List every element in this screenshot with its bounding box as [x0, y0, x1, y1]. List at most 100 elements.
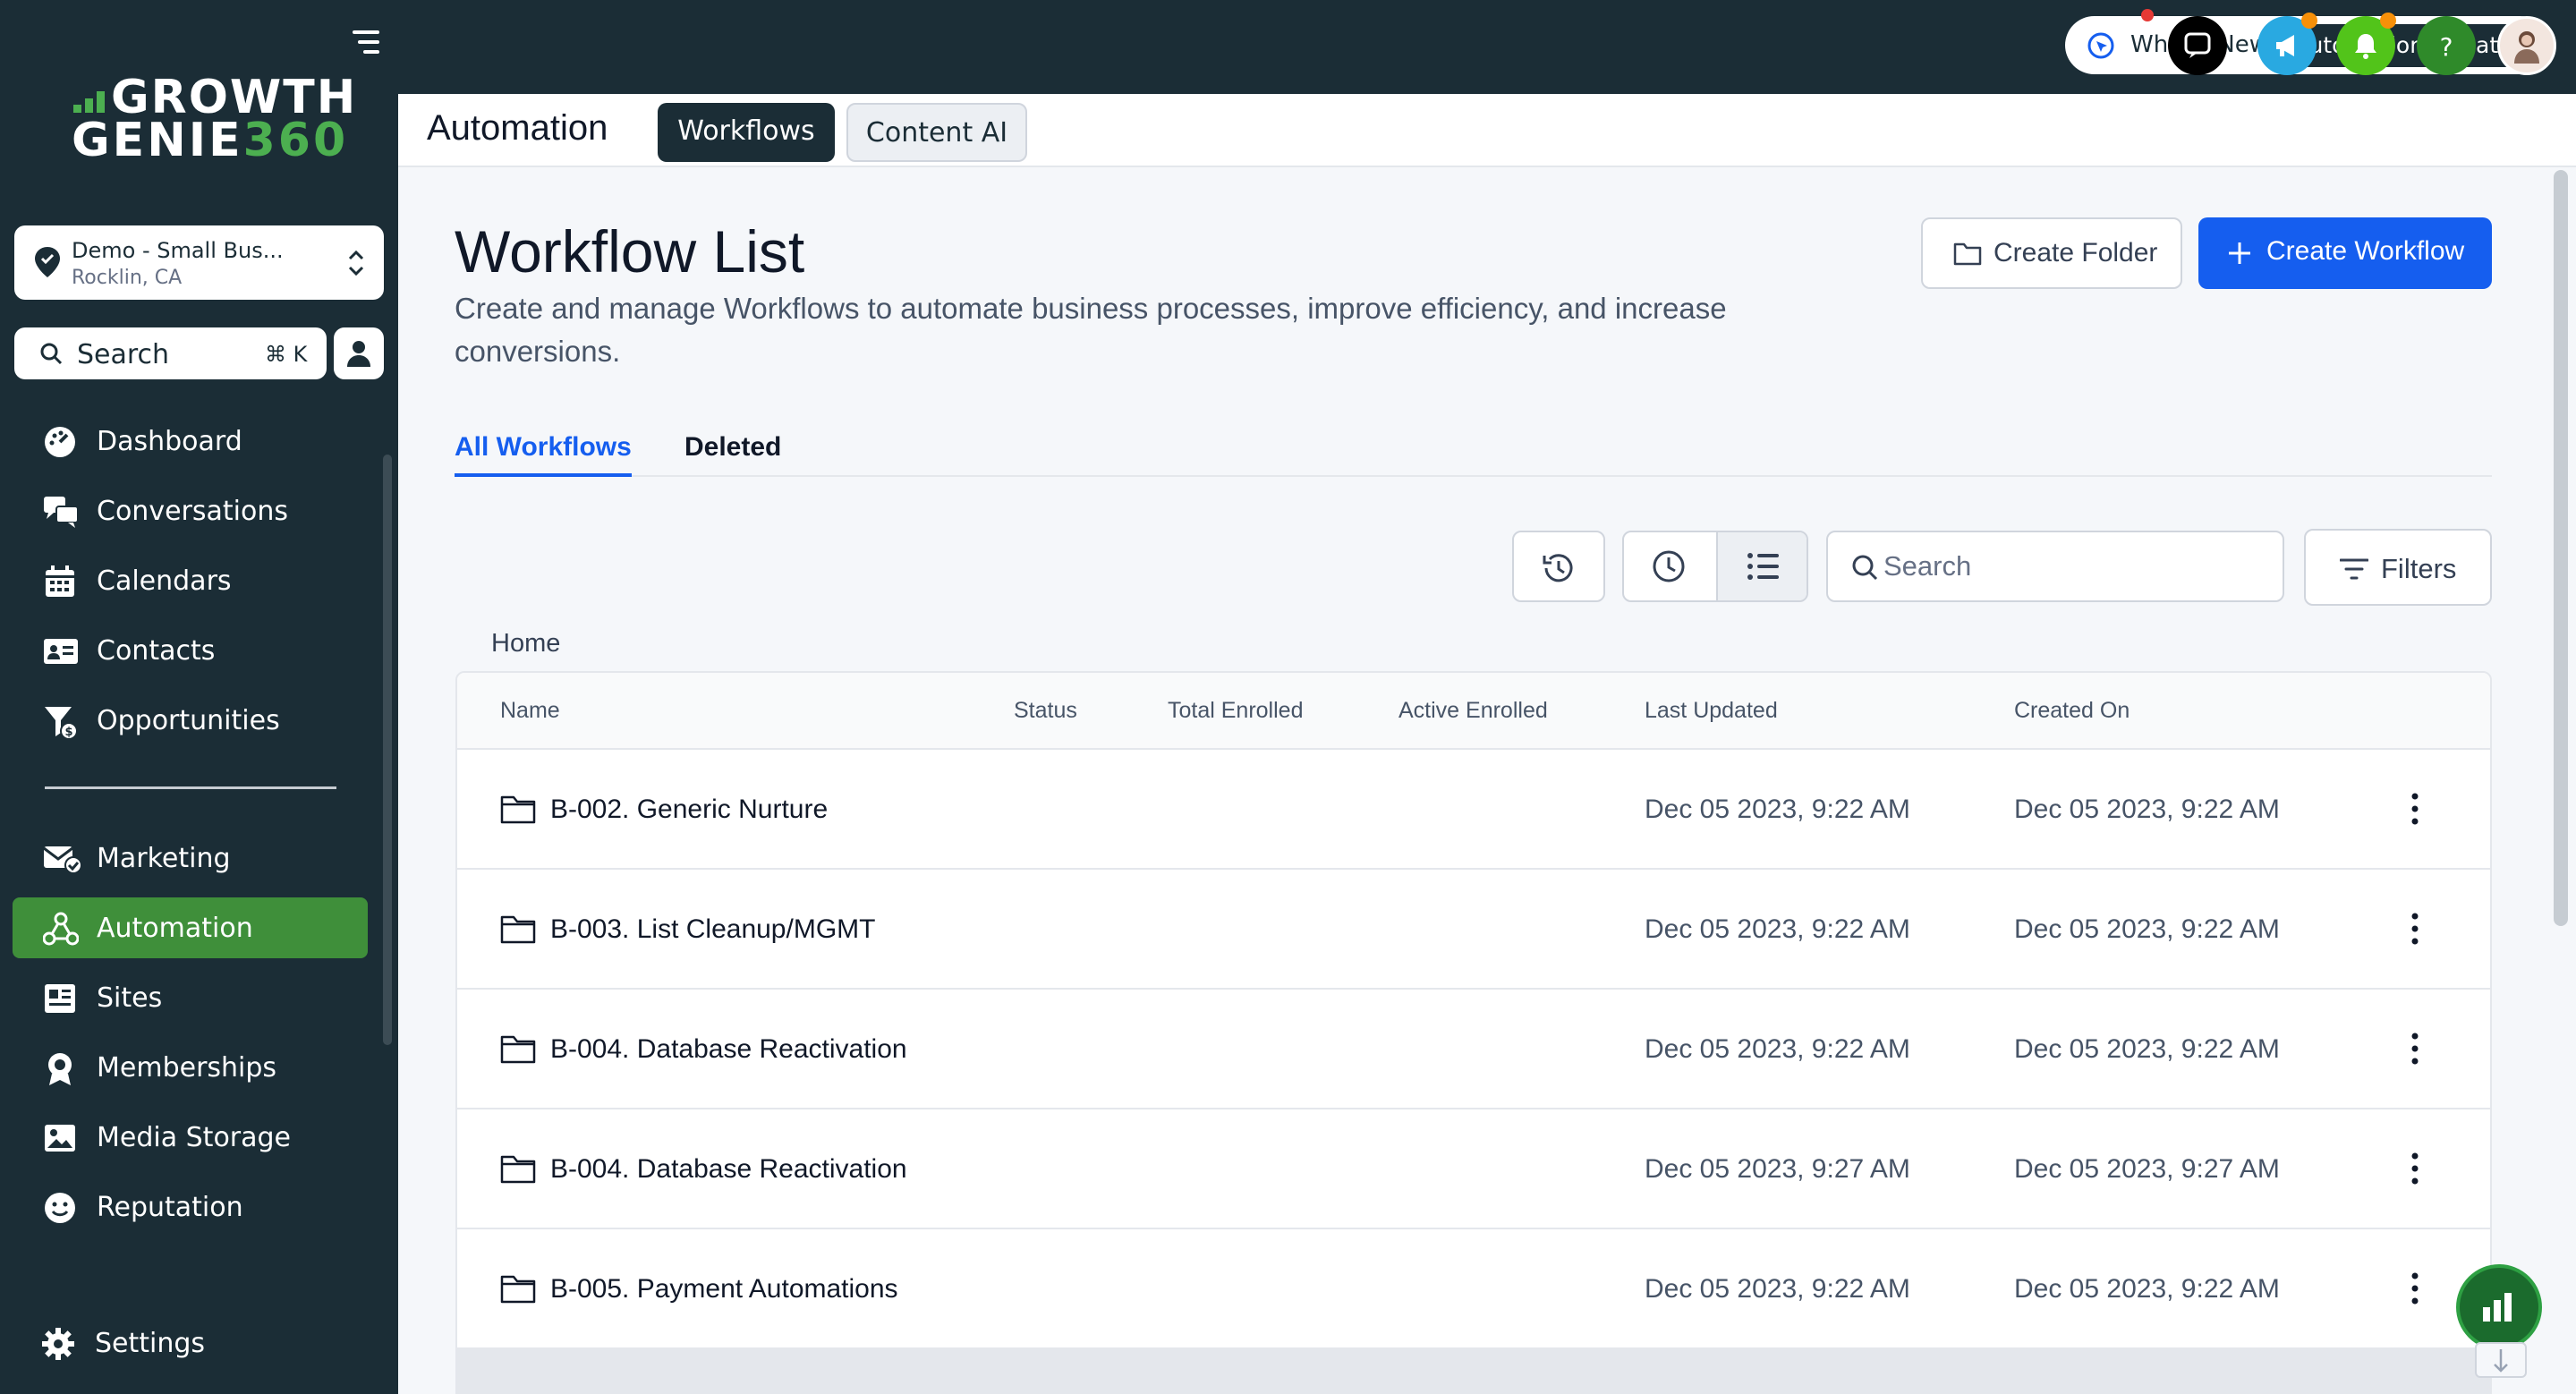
- page-title: Workflow List: [455, 218, 805, 285]
- sidebar-item-label: Media Storage: [97, 1122, 292, 1153]
- announcement-dot: [2301, 13, 2317, 29]
- sidebar-item-conversations[interactable]: Conversations: [13, 480, 368, 541]
- sidebar-scrollbar[interactable]: [383, 455, 392, 1045]
- sidebar-item-memberships[interactable]: Memberships: [13, 1037, 368, 1098]
- dashboard-icon: [43, 425, 77, 459]
- tab-content-ai[interactable]: Content AI: [846, 103, 1027, 162]
- column-header-name[interactable]: Name: [500, 698, 560, 724]
- sidebar-item-calendars[interactable]: Calendars: [13, 550, 368, 611]
- growth-genie-widget-button[interactable]: [2456, 1264, 2542, 1350]
- more-vertical-icon[interactable]: [2399, 911, 2431, 947]
- sidebar-item-label: Contacts: [97, 635, 216, 667]
- logo-bars-icon: [73, 91, 107, 113]
- sidebar-item-sites[interactable]: Sites: [13, 967, 368, 1028]
- image-icon: [43, 1121, 77, 1155]
- funnel-icon: $: [43, 704, 78, 740]
- clock-view-button[interactable]: [1624, 532, 1716, 600]
- folder-icon: [500, 1035, 536, 1064]
- collapse-sidebar-icon[interactable]: [351, 27, 381, 57]
- location-switcher[interactable]: Demo - Small Bus... Rocklin, CA: [14, 225, 384, 300]
- workflow-name[interactable]: B-005. Payment Automations: [550, 1274, 898, 1305]
- search-input[interactable]: [1883, 547, 2259, 586]
- workflow-table: Name Status Total Enrolled Active Enroll…: [455, 671, 2492, 1394]
- scroll-arrow-button[interactable]: [2475, 1342, 2527, 1378]
- notification-dot: [2141, 9, 2154, 21]
- table-row[interactable]: B-004. Database Reactivation Dec 05 2023…: [457, 1109, 2490, 1229]
- sidebar-item-automation[interactable]: Automation: [13, 897, 368, 958]
- sites-icon: [43, 982, 77, 1016]
- help-button[interactable]: ?: [2417, 16, 2476, 75]
- table-row[interactable]: B-004. Database Reactivation Dec 05 2023…: [457, 990, 2490, 1109]
- page-scrollbar[interactable]: [2554, 170, 2568, 926]
- last-updated-cell: Dec 05 2023, 9:22 AM: [1645, 1034, 1910, 1064]
- question-icon: ?: [2440, 32, 2453, 60]
- last-updated-cell: Dec 05 2023, 9:22 AM: [1645, 914, 1910, 944]
- more-vertical-icon[interactable]: [2399, 791, 2431, 827]
- workflow-name[interactable]: B-003. List Cleanup/MGMT: [550, 914, 875, 945]
- module-title: Automation: [427, 108, 608, 148]
- sidebar-item-marketing[interactable]: Marketing: [13, 828, 368, 888]
- create-workflow-button[interactable]: Create Workflow: [2198, 217, 2492, 289]
- sidebar-item-label: Calendars: [97, 565, 232, 597]
- view-toggle: [1622, 531, 1808, 602]
- growth-genie-logo[interactable]: GROWTH GENIE360: [70, 72, 355, 170]
- history-icon: [1543, 554, 1573, 582]
- main-content: Automation Workflows Content AI Workflow…: [398, 94, 2576, 1394]
- table-footer: [457, 1347, 2490, 1394]
- search-label: Search: [77, 339, 170, 370]
- sidebar-search[interactable]: Search ⌘ K: [14, 327, 327, 379]
- sidebar-item-label: Settings: [95, 1328, 206, 1359]
- search-shortcut: ⌘ K: [265, 342, 308, 367]
- sidebar-item-contacts[interactable]: Contacts: [13, 620, 368, 681]
- workflow-name[interactable]: B-002. Generic Nurture: [550, 795, 828, 825]
- breadcrumb[interactable]: Home: [491, 629, 560, 659]
- workflow-list-page: Workflow List Create and manage Workflow…: [398, 167, 2556, 1394]
- more-vertical-icon[interactable]: [2399, 1271, 2431, 1306]
- sidebar-item-reputation[interactable]: Reputation: [13, 1177, 368, 1237]
- column-header-active-enrolled[interactable]: Active Enrolled: [1399, 698, 1548, 724]
- chat-widget-button[interactable]: [2168, 16, 2227, 75]
- workflow-name[interactable]: B-004. Database Reactivation: [550, 1034, 907, 1065]
- create-folder-button[interactable]: Create Folder: [1921, 217, 2182, 289]
- table-row[interactable]: B-002. Generic Nurture Dec 05 2023, 9:22…: [457, 750, 2490, 870]
- sidebar-item-dashboard[interactable]: Dashboard: [13, 411, 368, 472]
- column-header-total-enrolled[interactable]: Total Enrolled: [1168, 698, 1303, 724]
- sidebar-item-label: Reputation: [97, 1192, 243, 1223]
- mail-check-icon: [43, 842, 82, 876]
- user-avatar[interactable]: [2497, 16, 2556, 75]
- top-bar: What's New Automation Updates ?: [398, 0, 2576, 94]
- table-header: Name Status Total Enrolled Active Enroll…: [457, 673, 2490, 750]
- tab-deleted[interactable]: Deleted: [684, 432, 781, 477]
- quick-contact-button[interactable]: [334, 327, 384, 379]
- sidebar-item-settings[interactable]: Settings: [13, 1313, 368, 1373]
- history-button[interactable]: [1512, 531, 1605, 602]
- bell-icon: [2355, 34, 2376, 59]
- created-on-cell: Dec 05 2023, 9:22 AM: [2014, 914, 2280, 944]
- gear-icon: [41, 1327, 75, 1361]
- sidebar-item-media-storage[interactable]: Media Storage: [13, 1107, 368, 1168]
- folder-icon: [500, 915, 536, 944]
- table-row[interactable]: B-005. Payment Automations Dec 05 2023, …: [457, 1229, 2490, 1349]
- tab-all-workflows[interactable]: All Workflows: [455, 432, 632, 477]
- column-header-created-on[interactable]: Created On: [2014, 698, 2130, 724]
- search-icon: [39, 342, 63, 365]
- filters-button[interactable]: Filters: [2304, 529, 2492, 606]
- message-square-icon: [2184, 32, 2211, 58]
- create-folder-label: Create Folder: [1994, 238, 2158, 268]
- more-vertical-icon[interactable]: [2399, 1151, 2431, 1186]
- last-updated-cell: Dec 05 2023, 9:22 AM: [1645, 795, 1910, 824]
- sidebar-item-opportunities[interactable]: $ Opportunities: [13, 690, 368, 751]
- more-vertical-icon[interactable]: [2399, 1031, 2431, 1067]
- column-header-status[interactable]: Status: [1014, 698, 1077, 724]
- column-header-last-updated[interactable]: Last Updated: [1645, 698, 1778, 724]
- sidebar-item-label: Memberships: [97, 1052, 277, 1084]
- folder-icon: [500, 1275, 536, 1304]
- created-on-cell: Dec 05 2023, 9:22 AM: [2014, 1034, 2280, 1064]
- sidebar-item-label: Marketing: [97, 843, 231, 874]
- table-row[interactable]: B-003. List Cleanup/MGMT Dec 05 2023, 9:…: [457, 870, 2490, 990]
- tab-workflows[interactable]: Workflows: [658, 103, 835, 162]
- location-city: Rocklin, CA: [72, 267, 183, 289]
- list-view-button[interactable]: [1716, 532, 1807, 600]
- sidebar-item-label: Conversations: [97, 496, 288, 527]
- workflow-name[interactable]: B-004. Database Reactivation: [550, 1154, 907, 1185]
